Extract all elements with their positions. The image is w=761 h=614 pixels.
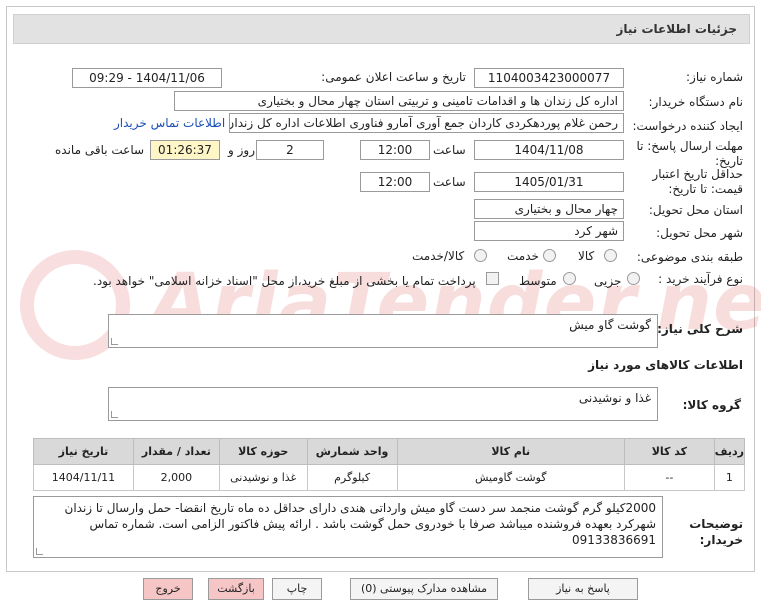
category-goods-service-radio[interactable] bbox=[474, 249, 487, 262]
creator-field[interactable]: رحمن غلام پوردهکردی کاردان جمع آوری آمار… bbox=[229, 113, 624, 133]
column-header: تعداد / مقدار bbox=[132, 438, 220, 465]
process-medium-label: متوسط bbox=[519, 274, 557, 288]
creator-label: ایجاد کننده درخواست: bbox=[632, 119, 743, 133]
buyer-notes-label: توضیحات خریدار: bbox=[689, 517, 743, 547]
goods-table: ردیف کد کالا نام کالا واحد شمارش حوزه کا… bbox=[33, 438, 746, 491]
category-goods-radio[interactable] bbox=[604, 249, 617, 262]
days-label: روز و bbox=[228, 143, 255, 157]
deadline-date-field[interactable]: 1404/11/08 bbox=[474, 140, 624, 160]
time-remaining-label: ساعت باقی مانده bbox=[55, 143, 145, 157]
cell-need-date: 1404/11/11 bbox=[33, 464, 134, 491]
column-header: تاریخ نیاز bbox=[33, 438, 134, 465]
validity-date-field[interactable]: 1405/01/31 bbox=[474, 172, 624, 192]
cell-goods-domain: غذا و نوشیدنی bbox=[218, 464, 308, 491]
description-label: شرح کلی نیاز: bbox=[657, 322, 743, 336]
time-remaining-field[interactable]: 01:26:37 bbox=[150, 140, 220, 160]
cell-row-number: 1 bbox=[713, 464, 746, 491]
goods-group-label: گروه کالا: bbox=[682, 398, 741, 412]
cell-goods-code: -- bbox=[623, 464, 715, 491]
category-service-radio[interactable] bbox=[543, 249, 556, 262]
print-button[interactable]: چاپ bbox=[272, 578, 322, 600]
city-field[interactable]: شهر کرد bbox=[474, 221, 624, 241]
validity-label: حداقل تاریخ اعتبار قیمت: تا تاریخ: bbox=[652, 167, 743, 196]
validity-time-label: ساعت bbox=[433, 175, 466, 189]
buyer-label: نام دستگاه خریدار: bbox=[648, 95, 744, 109]
view-attachments-button[interactable]: مشاهده مدارک پیوستی (0) bbox=[350, 578, 498, 600]
buyer-contact-link[interactable]: اطلاعات تماس خریدار bbox=[114, 116, 225, 130]
need-number-field[interactable]: 1104003423000077 bbox=[474, 68, 624, 88]
column-header: حوزه کالا bbox=[218, 438, 308, 465]
announce-label: تاریخ و ساعت اعلان عمومی: bbox=[321, 70, 466, 84]
category-goods-label: کالا bbox=[578, 249, 595, 263]
city-label: شهر محل تحویل: bbox=[656, 226, 743, 240]
buyer-field[interactable]: اداره کل زندان ها و اقدامات تامینی و ترب… bbox=[174, 91, 624, 111]
deadline-label: مهلت ارسال پاسخ: تا تاریخ: bbox=[636, 139, 743, 168]
category-label: طبقه بندی موضوعی: bbox=[636, 250, 743, 264]
table-row[interactable]: 1 -- گوشت گاومیش کیلوگرم غذا و نوشیدنی 2… bbox=[33, 464, 746, 491]
goods-group-text: غذا و نوشیدنی bbox=[578, 391, 651, 405]
category-goods-service-label: کالا/خدمت bbox=[412, 249, 465, 263]
exit-button[interactable]: خروج bbox=[143, 578, 193, 600]
buyer-notes-text: 2000کیلو گرم گوشت منجمد سر دست گاو میش و… bbox=[64, 501, 657, 547]
process-label: نوع فرآیند خرید : bbox=[658, 272, 743, 286]
column-header: ردیف bbox=[713, 438, 746, 465]
column-header: نام کالا bbox=[396, 438, 625, 465]
validity-time-field[interactable]: 12:00 bbox=[360, 172, 430, 192]
category-service-label: خدمت bbox=[507, 249, 539, 263]
process-minor-radio[interactable] bbox=[627, 272, 640, 285]
province-label: استان محل تحویل: bbox=[648, 203, 743, 217]
process-medium-radio[interactable] bbox=[563, 272, 576, 285]
cell-unit: کیلوگرم bbox=[306, 464, 398, 491]
cell-quantity: 2,000 bbox=[132, 464, 220, 491]
panel-title: جزئیات اطلاعات نیاز bbox=[616, 22, 737, 36]
back-button[interactable]: بازگشت bbox=[208, 578, 264, 600]
treasury-payment-note: پرداخت تمام یا بخشی از مبلغ خرید،از محل … bbox=[93, 274, 476, 288]
days-remaining-field[interactable]: 2 bbox=[256, 140, 324, 160]
description-textarea[interactable]: گوشت گاو میش bbox=[108, 314, 658, 348]
process-minor-label: جزیی bbox=[594, 274, 622, 288]
province-field[interactable]: چهار محال و بختیاری bbox=[474, 199, 624, 219]
deadline-time-label: ساعت bbox=[433, 143, 466, 157]
announce-datetime-field[interactable]: 1404/11/06 - 09:29 bbox=[72, 68, 222, 88]
cell-goods-name: گوشت گاومیش bbox=[396, 464, 625, 491]
reply-button[interactable]: پاسخ به نیاز bbox=[528, 578, 638, 600]
goods-group-textarea[interactable]: غذا و نوشیدنی bbox=[108, 387, 658, 421]
column-header: کد کالا bbox=[623, 438, 715, 465]
goods-section-title: اطلاعات کالاهای مورد نیاز bbox=[588, 358, 743, 372]
table-header-row: ردیف کد کالا نام کالا واحد شمارش حوزه کا… bbox=[33, 438, 746, 465]
treasury-payment-checkbox[interactable] bbox=[486, 272, 499, 285]
deadline-time-field[interactable]: 12:00 bbox=[360, 140, 430, 160]
buyer-notes-textarea[interactable]: 2000کیلو گرم گوشت منجمد سر دست گاو میش و… bbox=[33, 496, 663, 558]
column-header: واحد شمارش bbox=[306, 438, 398, 465]
need-number-label: شماره نیاز: bbox=[686, 70, 743, 84]
panel-header: جزئیات اطلاعات نیاز bbox=[13, 14, 750, 44]
description-text: گوشت گاو میش bbox=[569, 318, 651, 332]
